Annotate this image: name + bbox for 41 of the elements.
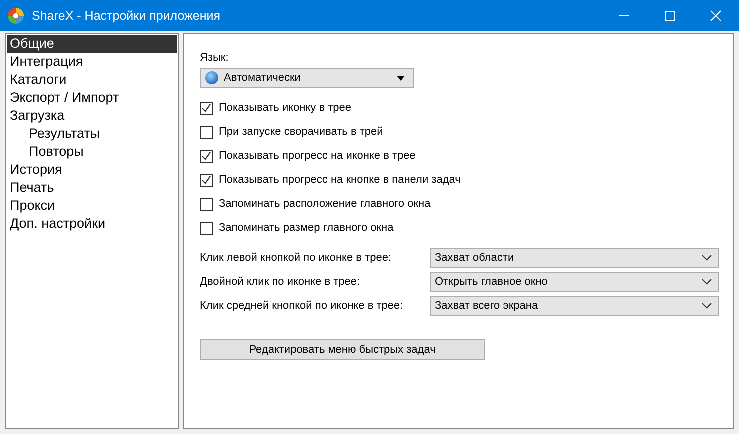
app-logo-icon — [7, 6, 25, 24]
checkbox-label: Показывать иконку в трее — [219, 102, 352, 114]
sidebar-item[interactable]: Общие — [7, 35, 177, 53]
checkbox-label: Показывать прогресс на иконке в трее — [219, 150, 416, 162]
tray-action-dropdown[interactable]: Захват всего экрана — [430, 296, 719, 316]
sidebar-item[interactable]: Каталоги — [7, 71, 177, 89]
language-label: Язык: — [200, 52, 229, 64]
edit-quick-tasks-button[interactable]: Редактировать меню быстрых задач — [200, 339, 485, 360]
close-icon — [710, 10, 722, 22]
sidebar-item[interactable]: Доп. настройки — [7, 215, 177, 233]
chevron-down-icon — [702, 279, 712, 285]
checkbox-label: При запуске сворачивать в трей — [219, 126, 384, 138]
chevron-down-icon — [702, 255, 712, 261]
sidebar-item[interactable]: Результаты — [7, 125, 177, 143]
checkbox-label: Запоминать размер главного окна — [219, 222, 394, 234]
sidebar-item[interactable]: Загрузка — [7, 107, 177, 125]
sidebar-item[interactable]: История — [7, 161, 177, 179]
language-dropdown[interactable]: Автоматически — [200, 68, 414, 88]
tray-action-dropdown[interactable]: Открыть главное окно — [430, 272, 719, 292]
sidebar-item[interactable]: Повторы — [7, 143, 177, 161]
checkbox-label: Запоминать расположение главного окна — [219, 198, 431, 210]
checkbox-label: Показывать прогресс на кнопке в панели задач — [219, 174, 461, 186]
sidebar-item[interactable]: Печать — [7, 179, 177, 197]
sidebar-item[interactable]: Прокси — [7, 197, 177, 215]
globe-icon — [205, 71, 219, 85]
checkbox[interactable] — [200, 102, 213, 114]
checkbox[interactable] — [200, 126, 213, 138]
window-title: ShareX - Настройки приложения — [32, 8, 220, 22]
checkbox[interactable] — [200, 222, 213, 234]
chevron-down-icon — [702, 303, 712, 309]
checkbox[interactable] — [200, 198, 213, 210]
sidebar-item[interactable]: Интеграция — [7, 53, 177, 71]
checkbox[interactable] — [200, 150, 213, 162]
checkbox[interactable] — [200, 174, 213, 186]
tray-action-label: Двойной клик по иконке в трее: — [200, 276, 360, 288]
sidebar-item[interactable]: Экспорт / Импорт — [7, 89, 177, 107]
tray-action-label: Клик левой кнопкой по иконке в трее: — [200, 252, 392, 264]
tray-action-dropdown[interactable]: Захват области — [430, 248, 719, 268]
tray-action-label: Клик средней кнопкой по иконке в трее: — [200, 300, 404, 312]
dropdown-arrow-icon — [397, 76, 405, 80]
maximize-icon — [664, 10, 676, 22]
